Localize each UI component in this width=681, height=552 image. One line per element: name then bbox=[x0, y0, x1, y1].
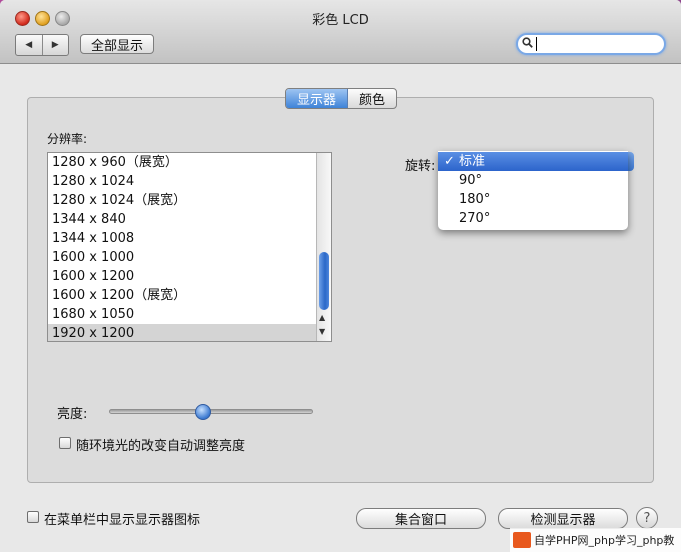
detect-displays-button[interactable]: 检测显示器 bbox=[498, 508, 628, 529]
rotation-option-standard[interactable]: ✓ 标准 bbox=[438, 152, 628, 171]
site-watermark: 自学PHP网_php学习_php教 bbox=[510, 528, 681, 552]
window-title: 彩色 LCD bbox=[312, 13, 369, 28]
resolution-item[interactable]: 1344 x 840 bbox=[48, 210, 316, 229]
brightness-slider-knob[interactable] bbox=[194, 404, 211, 420]
resolution-item[interactable]: 1280 x 960（展宽） bbox=[48, 153, 316, 172]
show-all-button[interactable]: 全部显示 bbox=[80, 34, 154, 54]
tab-display[interactable]: 显示器 bbox=[286, 89, 348, 108]
scroll-up-arrow-icon[interactable]: ▲ bbox=[319, 313, 325, 322]
scrollbar-thumb[interactable] bbox=[319, 252, 329, 310]
search-field[interactable] bbox=[516, 33, 666, 55]
back-button[interactable]: ◀ bbox=[16, 35, 43, 55]
gather-windows-button[interactable]: 集合窗口 bbox=[356, 508, 486, 529]
preferences-window: 彩色 LCD ◀ ▶ 全部显示 显示器 颜色 分辨率: 1280 x 960（展… bbox=[0, 0, 681, 552]
auto-brightness-label[interactable]: 随环境光的改变自动调整亮度 bbox=[76, 435, 245, 454]
title-bar: 彩色 LCD ◀ ▶ 全部显示 bbox=[0, 0, 681, 64]
auto-brightness-checkbox[interactable] bbox=[59, 437, 71, 449]
php-logo-icon bbox=[513, 532, 531, 548]
help-button[interactable]: ? bbox=[636, 507, 658, 529]
rotation-label: 旋转: bbox=[405, 159, 436, 174]
menubar-icon-label[interactable]: 在菜单栏中显示显示器图标 bbox=[44, 509, 200, 528]
scroll-down-arrow-icon[interactable]: ▼ bbox=[319, 327, 325, 336]
resolution-item[interactable]: 1344 x 1008 bbox=[48, 229, 316, 248]
resolution-item[interactable]: 1280 x 1024 bbox=[48, 172, 316, 191]
rotation-option-90[interactable]: 90° bbox=[438, 171, 628, 190]
rotation-option-180[interactable]: 180° bbox=[438, 190, 628, 209]
menubar-icon-checkbox[interactable] bbox=[27, 511, 39, 523]
resolution-list[interactable]: 1280 x 960（展宽） 1280 x 1024 1280 x 1024（展… bbox=[47, 152, 332, 342]
resolution-item-selected[interactable]: 1920 x 1200 bbox=[48, 324, 316, 341]
tab-bar: 显示器 颜色 bbox=[285, 88, 397, 109]
text-caret bbox=[536, 37, 537, 51]
resolution-label: 分辨率: bbox=[47, 132, 88, 146]
brightness-label: 亮度: bbox=[57, 407, 88, 422]
resolution-item[interactable]: 1600 x 1000 bbox=[48, 248, 316, 267]
rotation-menu[interactable]: ✓ 标准 90° 180° 270° bbox=[438, 151, 628, 230]
brightness-slider-track[interactable] bbox=[109, 409, 313, 414]
tab-color[interactable]: 颜色 bbox=[348, 89, 396, 108]
watermark-text: 自学PHP网_php学习_php教 bbox=[534, 534, 675, 547]
forward-button[interactable]: ▶ bbox=[43, 35, 69, 55]
rotation-option-270[interactable]: 270° bbox=[438, 209, 628, 228]
resolution-item[interactable]: 1600 x 1200 bbox=[48, 267, 316, 286]
back-forward-control: ◀ ▶ bbox=[15, 34, 69, 56]
resolution-item[interactable]: 1680 x 1050 bbox=[48, 305, 316, 324]
checkmark-icon: ✓ bbox=[444, 154, 455, 169]
list-scrollbar[interactable]: ▲ ▼ bbox=[316, 153, 331, 341]
resolution-item[interactable]: 1280 x 1024（展宽） bbox=[48, 191, 316, 210]
search-icon bbox=[522, 37, 533, 48]
resolution-item[interactable]: 1600 x 1200（展宽） bbox=[48, 286, 316, 305]
